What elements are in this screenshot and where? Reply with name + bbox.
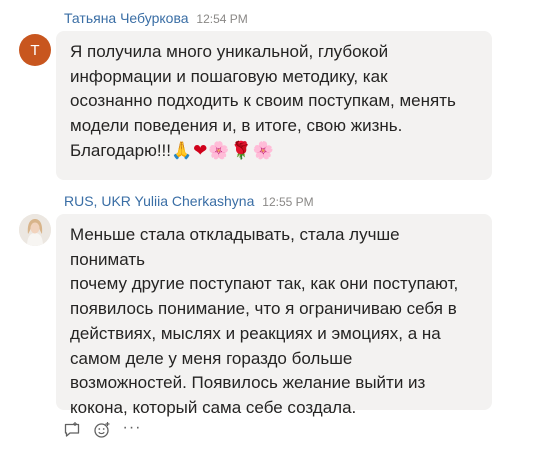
- more-options-icon[interactable]: ···: [122, 418, 142, 442]
- author-name[interactable]: RUS, UKR Yuliia Cherkashyna: [64, 193, 254, 209]
- avatar[interactable]: Т: [19, 34, 51, 66]
- avatar-letter: Т: [30, 41, 40, 59]
- add-reaction-button[interactable]: [92, 420, 112, 440]
- reply-icon: [64, 422, 80, 437]
- avatar-photo-icon: [19, 214, 51, 246]
- author-name[interactable]: Татьяна Чебуркова: [64, 10, 189, 26]
- cherry-blossom-emoji: 🌸: [208, 140, 231, 161]
- message-header: Татьяна Чебуркова 12:54 PM: [64, 10, 248, 26]
- timestamp: 12:55 PM: [262, 195, 314, 209]
- rose-emoji: 🌹: [230, 140, 253, 161]
- message-header: RUS, UKR Yuliia Cherkashyna 12:55 PM: [64, 193, 314, 209]
- avatar[interactable]: [19, 214, 51, 246]
- message-bubble[interactable]: Я получила много уникальной, глубокой ин…: [56, 31, 492, 180]
- message-text: Меньше стала откладывать, стала лучше по…: [70, 225, 459, 417]
- message-bubble[interactable]: Меньше стала откладывать, стала лучше по…: [56, 214, 492, 417]
- message-actions: ···: [62, 418, 142, 442]
- timestamp: 12:54 PM: [196, 12, 248, 26]
- red-heart-emoji: ❤: [193, 140, 209, 161]
- emoji-row: 🙏❤🌸🌹🌸: [171, 141, 275, 161]
- emoji-reaction-icon: [94, 422, 110, 438]
- cherry-blossom-emoji: 🌸: [252, 140, 275, 161]
- folded-hands-emoji: 🙏: [171, 140, 194, 161]
- reply-button[interactable]: [62, 420, 82, 440]
